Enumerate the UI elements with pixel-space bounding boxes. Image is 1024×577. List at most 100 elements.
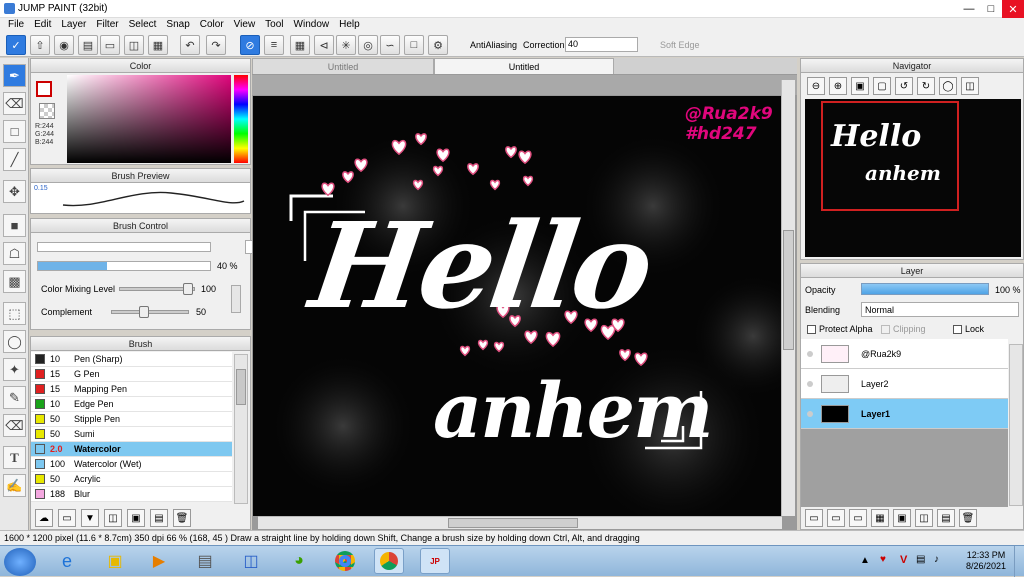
complement-handle[interactable] — [139, 306, 149, 318]
navigator-preview[interactable]: Hello anhem — [805, 99, 1021, 257]
color-mixing-handle[interactable] — [183, 283, 193, 295]
select-pen-tool-icon[interactable]: ✎ — [3, 386, 26, 409]
new-brush-icon[interactable]: ▭ — [58, 509, 76, 527]
blending-select[interactable]: Normal — [861, 302, 1019, 317]
brush-item-selected[interactable]: 2.0 Watercolor — [31, 442, 232, 457]
crosshatch-icon[interactable]: ▦ — [290, 35, 310, 55]
ie-icon[interactable]: e — [52, 548, 82, 574]
remote-desktop-icon[interactable]: ◫ — [236, 548, 266, 574]
show-desktop-button[interactable] — [1014, 546, 1024, 577]
background-color-swatch[interactable] — [39, 103, 55, 119]
brush-control-scrollbar[interactable] — [231, 285, 241, 313]
chrome-active-icon[interactable] — [374, 548, 404, 574]
move-tool-icon[interactable]: ✥ — [3, 180, 26, 203]
brush-copy-icon[interactable]: ◫ — [104, 509, 122, 527]
foreground-color-swatch[interactable] — [36, 81, 52, 97]
brush-item[interactable]: 15 Mapping Pen — [31, 382, 232, 397]
menu-color[interactable]: Color — [196, 18, 230, 33]
rotate-left-icon[interactable]: ↺ — [895, 77, 913, 95]
layer-visibility-icon[interactable] — [807, 350, 813, 357]
menu-filter[interactable]: Filter — [92, 18, 124, 33]
layer-list-scrollbar[interactable] — [1009, 344, 1023, 506]
brush-item[interactable]: 10 Pen (Sharp) — [31, 352, 232, 367]
menu-view[interactable]: View — [230, 18, 262, 33]
brush-settings-icon[interactable]: ▤ — [150, 509, 168, 527]
merge-layer-icon[interactable]: ▤ — [937, 509, 955, 527]
new-layer-icon[interactable]: ▭ — [805, 509, 823, 527]
select-eraser-tool-icon[interactable]: ⌫ — [3, 414, 26, 437]
tray-up-arrow-icon[interactable]: ▲ — [860, 555, 870, 566]
gradient-tool-icon[interactable]: ▩ — [3, 270, 26, 293]
brush-item[interactable]: 50 Acrylic — [31, 472, 232, 487]
menu-window[interactable]: Window — [290, 18, 336, 33]
tab-untitled-1[interactable]: Untitled — [252, 58, 434, 74]
zoom-in-icon[interactable]: ⊕ — [829, 77, 847, 95]
lasso-tool-icon[interactable]: ◯ — [3, 330, 26, 353]
menu-select[interactable]: Select — [125, 18, 163, 33]
drawing-canvas[interactable]: @Rua2k9 #hd247 Hello anhem — [253, 96, 781, 516]
layer-row[interactable]: Layer2 — [801, 369, 1008, 399]
navigator-viewport[interactable] — [821, 101, 959, 211]
new-halftone-layer-icon[interactable]: ▦ — [871, 509, 889, 527]
menu-snap[interactable]: Snap — [162, 18, 195, 33]
gear-icon[interactable]: ⚙ — [428, 35, 448, 55]
line-tool-icon[interactable]: ╱ — [3, 148, 26, 171]
menu-layer[interactable]: Layer — [57, 18, 92, 33]
new-layer-8bit-icon[interactable]: ▭ — [827, 509, 845, 527]
lock-checkbox[interactable] — [953, 325, 962, 334]
brush-list-scrollbar[interactable] — [234, 354, 248, 504]
brush-size-slider[interactable] — [37, 242, 211, 252]
menu-edit[interactable]: Edit — [30, 18, 57, 33]
app-green-icon[interactable]: ◕ — [284, 548, 314, 574]
concentric-icon[interactable]: ◎ — [358, 35, 378, 55]
tray-v-icon[interactable]: V — [900, 554, 907, 566]
snap-off-icon[interactable]: ⊘ — [240, 35, 260, 55]
parallel-ruler-icon[interactable]: ≡ — [264, 35, 284, 55]
start-button-icon[interactable] — [4, 548, 36, 576]
grid-icon[interactable]: ▦ — [148, 35, 168, 55]
flip-icon[interactable]: ◫ — [961, 77, 979, 95]
comment-icon[interactable]: ◉ — [54, 35, 74, 55]
new-folder-icon[interactable]: ▣ — [893, 509, 911, 527]
chrome-icon[interactable] — [330, 548, 360, 574]
color-saturation-field[interactable] — [67, 75, 231, 163]
text-tool-icon[interactable]: T — [3, 446, 26, 469]
correction-input[interactable]: 40 — [565, 37, 638, 52]
brush-opacity-slider[interactable] — [37, 261, 211, 271]
scanner-icon[interactable]: ▤ — [190, 548, 220, 574]
brush-menu-icon[interactable]: ▼ — [81, 509, 99, 527]
eyedropper-tool-icon[interactable]: ✍ — [3, 474, 26, 497]
menu-help[interactable]: Help — [335, 18, 366, 33]
rotate-right-icon[interactable]: ↻ — [917, 77, 935, 95]
brush-folder-icon[interactable]: ▣ — [127, 509, 145, 527]
select-tool-icon[interactable]: ✓ — [6, 35, 26, 55]
zoom-out-icon[interactable]: ⊖ — [807, 77, 825, 95]
tab-untitled-2[interactable]: Untitled — [434, 58, 614, 74]
fill-rect-tool-icon[interactable]: ■ — [3, 214, 26, 237]
shape-icon[interactable]: □ — [404, 35, 424, 55]
layer-opacity-slider[interactable] — [861, 283, 989, 295]
brush-item[interactable]: 50 Sumi — [31, 427, 232, 442]
magic-wand-tool-icon[interactable]: ✦ — [3, 358, 26, 381]
clock[interactable]: 12:33 PM 8/26/2021 — [966, 550, 1006, 572]
page-settings-icon[interactable]: ◫ — [124, 35, 144, 55]
menu-file[interactable]: File — [4, 18, 30, 33]
export-icon[interactable]: ⇧ — [30, 35, 50, 55]
delete-layer-icon[interactable]: 🗑 — [959, 509, 977, 527]
media-player-icon[interactable]: ▶ — [144, 548, 174, 574]
jump-paint-taskbar-icon[interactable]: JP — [420, 548, 450, 574]
minimize-icon[interactable]: — — [958, 0, 980, 18]
vanishing-point-icon[interactable]: ⊲ — [314, 35, 334, 55]
layer-row-selected[interactable]: Layer1 — [801, 399, 1008, 429]
clipping-checkbox[interactable] — [881, 325, 890, 334]
canvas-horizontal-scrollbar[interactable] — [258, 516, 782, 529]
maximize-icon[interactable]: □ — [980, 0, 1002, 18]
brush-tool-icon[interactable]: ✒ — [3, 64, 26, 87]
brush-item[interactable]: 50 Stipple Pen — [31, 412, 232, 427]
tray-app-icon[interactable]: ♥ — [880, 554, 886, 565]
bucket-tool-icon[interactable]: ☖ — [3, 242, 26, 265]
complement-slider[interactable] — [111, 310, 189, 314]
new-layer-1bit-icon[interactable]: ▭ — [849, 509, 867, 527]
layer-row[interactable]: @Rua2k9 — [801, 339, 1008, 369]
file-explorer-icon[interactable]: ▣ — [100, 548, 130, 574]
